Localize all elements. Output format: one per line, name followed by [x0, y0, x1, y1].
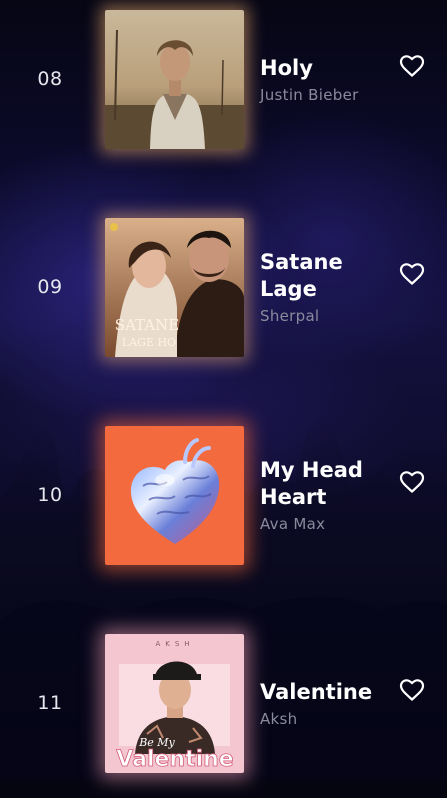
- album-art: [105, 426, 244, 565]
- cover-title-text: Valentine: [116, 747, 233, 772]
- track-row[interactable]: 10 My Head Heart Ava Max: [0, 426, 447, 566]
- track-rank: 10: [37, 484, 63, 506]
- track-artist[interactable]: Aksh: [260, 710, 297, 728]
- album-art: [105, 10, 244, 149]
- album-cover[interactable]: [105, 426, 244, 565]
- track-list: 08 Holy Justin Bieber 09 SATANE LAGE HO …: [0, 0, 447, 798]
- album-cover[interactable]: SATANE LAGE HO: [105, 218, 244, 357]
- album-cover[interactable]: AKSH Be My Valentine: [105, 634, 244, 773]
- track-title[interactable]: Valentine: [260, 679, 390, 706]
- track-row[interactable]: 08 Holy Justin Bieber: [0, 10, 447, 150]
- heart-outline-icon[interactable]: [399, 678, 425, 702]
- album-art: AKSH Be My Valentine: [105, 634, 244, 773]
- heart-outline-icon[interactable]: [399, 54, 425, 78]
- heart-outline-icon[interactable]: [399, 470, 425, 494]
- cover-subtitle-text: LAGE HO: [122, 336, 176, 349]
- track-row[interactable]: 09 SATANE LAGE HO Satane Lage Sherpal: [0, 218, 447, 358]
- album-cover[interactable]: [105, 10, 244, 149]
- track-rank: 09: [37, 276, 63, 298]
- track-title[interactable]: Satane Lage: [260, 249, 390, 303]
- track-title[interactable]: Holy: [260, 55, 390, 82]
- track-title[interactable]: My Head Heart: [260, 457, 390, 511]
- album-art: SATANE LAGE HO: [105, 218, 244, 357]
- track-artist[interactable]: Justin Bieber: [260, 86, 359, 104]
- track-row[interactable]: 11 AKSH Be My Valentine Valentine Aksh: [0, 634, 447, 774]
- cover-top-text: AKSH: [155, 640, 194, 648]
- track-rank: 11: [37, 692, 63, 714]
- heart-outline-icon[interactable]: [399, 262, 425, 286]
- track-artist[interactable]: Ava Max: [260, 515, 325, 533]
- track-artist[interactable]: Sherpal: [260, 307, 319, 325]
- track-rank: 08: [37, 68, 63, 90]
- cover-title-text: SATANE: [115, 316, 179, 334]
